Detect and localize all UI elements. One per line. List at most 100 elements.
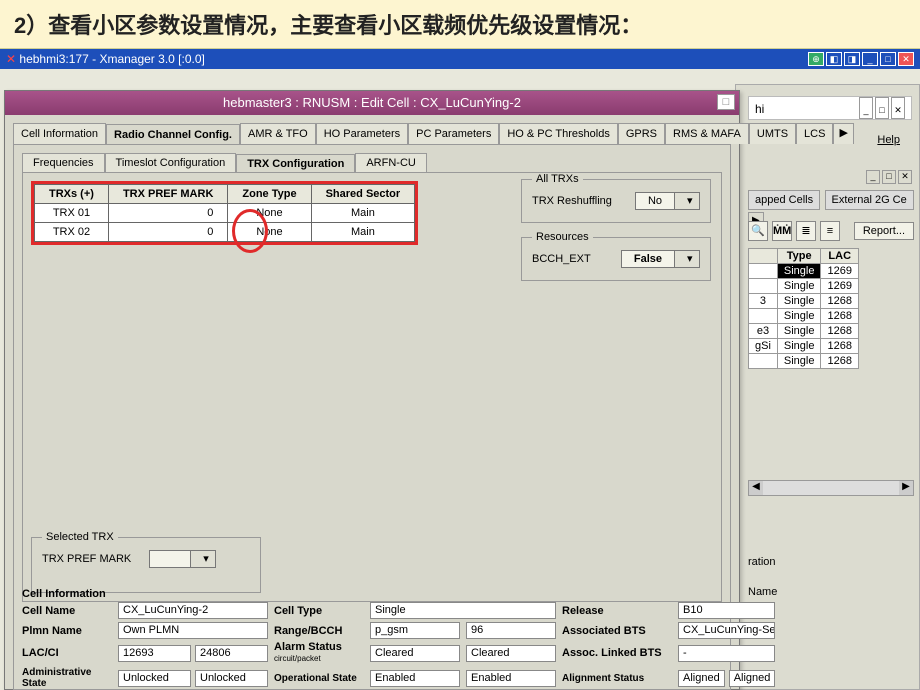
- admin-state-label: Administrative State: [22, 667, 112, 689]
- selected-trx-legend: Selected TRX: [42, 531, 118, 543]
- chevron-down-icon: ▾: [674, 193, 699, 209]
- bg-tab-external-2g[interactable]: External 2G Ce: [825, 190, 914, 210]
- alignment-status-label: Alignment Status: [562, 673, 672, 684]
- tray-icon-1[interactable]: ⊕: [808, 52, 824, 66]
- release-label: Release: [562, 605, 672, 617]
- tab-radio-channel-config[interactable]: Radio Channel Config.: [106, 124, 240, 145]
- xmanager-tray: ⊕ ◧ ◨ _ □ ✕: [808, 52, 914, 66]
- cell-info-legend: Cell Information: [22, 588, 722, 600]
- resources-legend: Resources: [532, 231, 593, 243]
- edit-cell-window: hebmaster3 : RNUSM : Edit Cell : CX_LuCu…: [4, 90, 740, 690]
- resources-group: Resources BCCH_EXT False▾: [521, 237, 711, 281]
- release-value: B10: [678, 602, 775, 619]
- trx-table[interactable]: TRXs (+) TRX PREF MARK Zone Type Shared …: [34, 184, 415, 242]
- sub-tabs: Frequencies Timeslot Configuration TRX C…: [22, 153, 722, 172]
- tab-pc-parameters[interactable]: PC Parameters: [408, 123, 499, 144]
- tab-amr-tfo[interactable]: AMR & TFO: [240, 123, 316, 144]
- edit-cell-close-icon[interactable]: □: [717, 94, 735, 110]
- col-trxs[interactable]: TRXs (+): [35, 185, 109, 204]
- report-button[interactable]: Report...: [854, 222, 914, 240]
- close-icon[interactable]: ✕: [898, 52, 914, 66]
- alarm-status-label: Alarm Statuscircuit/packet: [274, 642, 364, 664]
- xmanager-title: ✕ hebhmi3:177 - Xmanager 3.0 [:0.0]: [6, 49, 205, 69]
- col-shared-sector[interactable]: Shared Sector: [311, 185, 415, 204]
- tab-lcs[interactable]: LCS: [796, 123, 833, 144]
- tab-timeslot-configuration[interactable]: Timeslot Configuration: [105, 153, 237, 172]
- tab-rms-mafa[interactable]: RMS & MAFA: [665, 123, 749, 144]
- oper-state-label: Operational State: [274, 673, 364, 684]
- radio-channel-panel: Frequencies Timeslot Configuration TRX C…: [13, 144, 731, 690]
- plmn-name-label: Plmn Name: [22, 625, 112, 637]
- range-bcch-label: Range/BCCH: [274, 625, 364, 637]
- tray-icon-2[interactable]: ◧: [826, 52, 842, 66]
- admin-state-values: Unlocked Unlocked: [118, 670, 268, 687]
- bg-hscrollbar[interactable]: ◀▶: [748, 480, 914, 496]
- tray-icon-3[interactable]: ◨: [844, 52, 860, 66]
- oper-state-v2: Enabled: [466, 670, 556, 687]
- assoc-bts-label: Associated BTS: [562, 625, 672, 637]
- rows-icon[interactable]: ≡: [820, 221, 840, 241]
- tab-trx-configuration[interactable]: TRX Configuration: [236, 154, 355, 173]
- bcch-ext-label: BCCH_EXT: [532, 253, 591, 265]
- assoc-linked-bts-label: Assoc. Linked BTS: [562, 647, 672, 659]
- plmn-name-value: Own PLMN: [118, 622, 268, 639]
- range-value: p_gsm: [370, 622, 460, 639]
- tab-umts[interactable]: UMTS: [749, 123, 796, 144]
- bcch-ext-dropdown[interactable]: False▾: [621, 250, 700, 268]
- assoc-bts-value: CX_LuCunYing-Sector 2: [678, 622, 775, 639]
- cell-name-label: Cell Name: [22, 605, 112, 617]
- lac-ci-values: 12693 24806: [118, 645, 268, 662]
- trx-table-highlight: TRXs (+) TRX PREF MARK Zone Type Shared …: [31, 181, 418, 245]
- tab-cell-information[interactable]: Cell Information: [13, 123, 106, 144]
- tab-gprs[interactable]: GPRS: [618, 123, 665, 144]
- cell-information-section: Cell Information Cell Name CX_LuCunYing-…: [22, 588, 722, 689]
- tab-ho-parameters[interactable]: HO Parameters: [316, 123, 408, 144]
- assoc-linked-bts-value: -: [678, 645, 775, 662]
- bcch-value: 96: [466, 622, 556, 639]
- alarm-circuit-value: Cleared: [370, 645, 460, 662]
- bg-toolbar: 🔍 ṀṀ ≣ ≡ Report...: [748, 218, 914, 244]
- xmanager-title-bar: ✕ hebhmi3:177 - Xmanager 3.0 [:0.0] ⊕ ◧ …: [0, 49, 920, 69]
- cell-type-label: Cell Type: [274, 605, 364, 617]
- all-trxs-group: All TRXs TRX Reshuffling No▾: [521, 179, 711, 223]
- cell-name-value: CX_LuCunYing-2: [118, 602, 268, 619]
- table-row[interactable]: TRX 01 0 None Main: [35, 204, 415, 223]
- main-tabs: Cell Information Radio Channel Config. A…: [13, 123, 731, 144]
- col-zone-type[interactable]: Zone Type: [228, 185, 311, 204]
- trx-reshuffling-label: TRX Reshuffling: [532, 195, 612, 207]
- cell-type-value: Single: [370, 602, 556, 619]
- list-icon[interactable]: ≣: [796, 221, 816, 241]
- search-icon[interactable]: 🔍: [748, 221, 768, 241]
- bg-tab-apped-cells[interactable]: apped Cells: [748, 190, 820, 210]
- tab-ho-pc-thresholds[interactable]: HO & PC Thresholds: [499, 123, 618, 144]
- min-icon[interactable]: _: [862, 52, 878, 66]
- alignment-status-values: Aligned Aligned: [678, 670, 775, 687]
- bg-help-menu[interactable]: Help: [877, 134, 900, 146]
- instruction-strip: 2）查看小区参数设置情况，主要查看小区载频优先级设置情况：: [0, 0, 920, 49]
- selected-trx-group: Selected TRX TRX PREF MARK ▾: [31, 537, 261, 593]
- trx-pref-mark-dropdown[interactable]: ▾: [149, 550, 216, 568]
- bg-tabs: apped Cells External 2G Ce ▶: [748, 190, 914, 212]
- alarm-packet-value: Cleared: [466, 645, 556, 662]
- trx-reshuffling-dropdown[interactable]: No▾: [635, 192, 700, 210]
- table-row[interactable]: TRX 02 0 None Main: [35, 223, 415, 242]
- trx-pref-mark-label: TRX PREF MARK: [42, 553, 131, 565]
- binoculars-icon[interactable]: ṀṀ: [772, 221, 792, 241]
- bg-labels: ration Name: [748, 550, 777, 604]
- bg-window-title: hi _ □ ✕: [748, 96, 912, 120]
- chevron-down-icon: ▾: [190, 551, 215, 567]
- col-trx-pref-mark[interactable]: TRX PREF MARK: [108, 185, 227, 204]
- bg-inner-controls[interactable]: _ □ ✕: [866, 170, 912, 184]
- oper-state-v1: Enabled: [370, 670, 460, 687]
- tab-frequencies[interactable]: Frequencies: [22, 153, 105, 172]
- bg-window-controls[interactable]: _ □ ✕: [859, 97, 905, 119]
- edit-cell-title: hebmaster3 : RNUSM : Edit Cell : CX_LuCu…: [5, 91, 739, 115]
- tab-scroll-right-icon[interactable]: ▶: [833, 123, 853, 144]
- lac-ci-label: LAC/CI: [22, 647, 112, 659]
- tab-arfn-cu[interactable]: ARFN-CU: [355, 153, 427, 172]
- all-trxs-legend: All TRXs: [532, 173, 583, 185]
- trx-config-panel: TRXs (+) TRX PREF MARK Zone Type Shared …: [22, 172, 722, 602]
- max-icon[interactable]: □: [880, 52, 896, 66]
- bg-cell-table[interactable]: TypeLAC Single1269 Single1269 3Single126…: [748, 248, 859, 369]
- chevron-down-icon: ▾: [674, 251, 699, 267]
